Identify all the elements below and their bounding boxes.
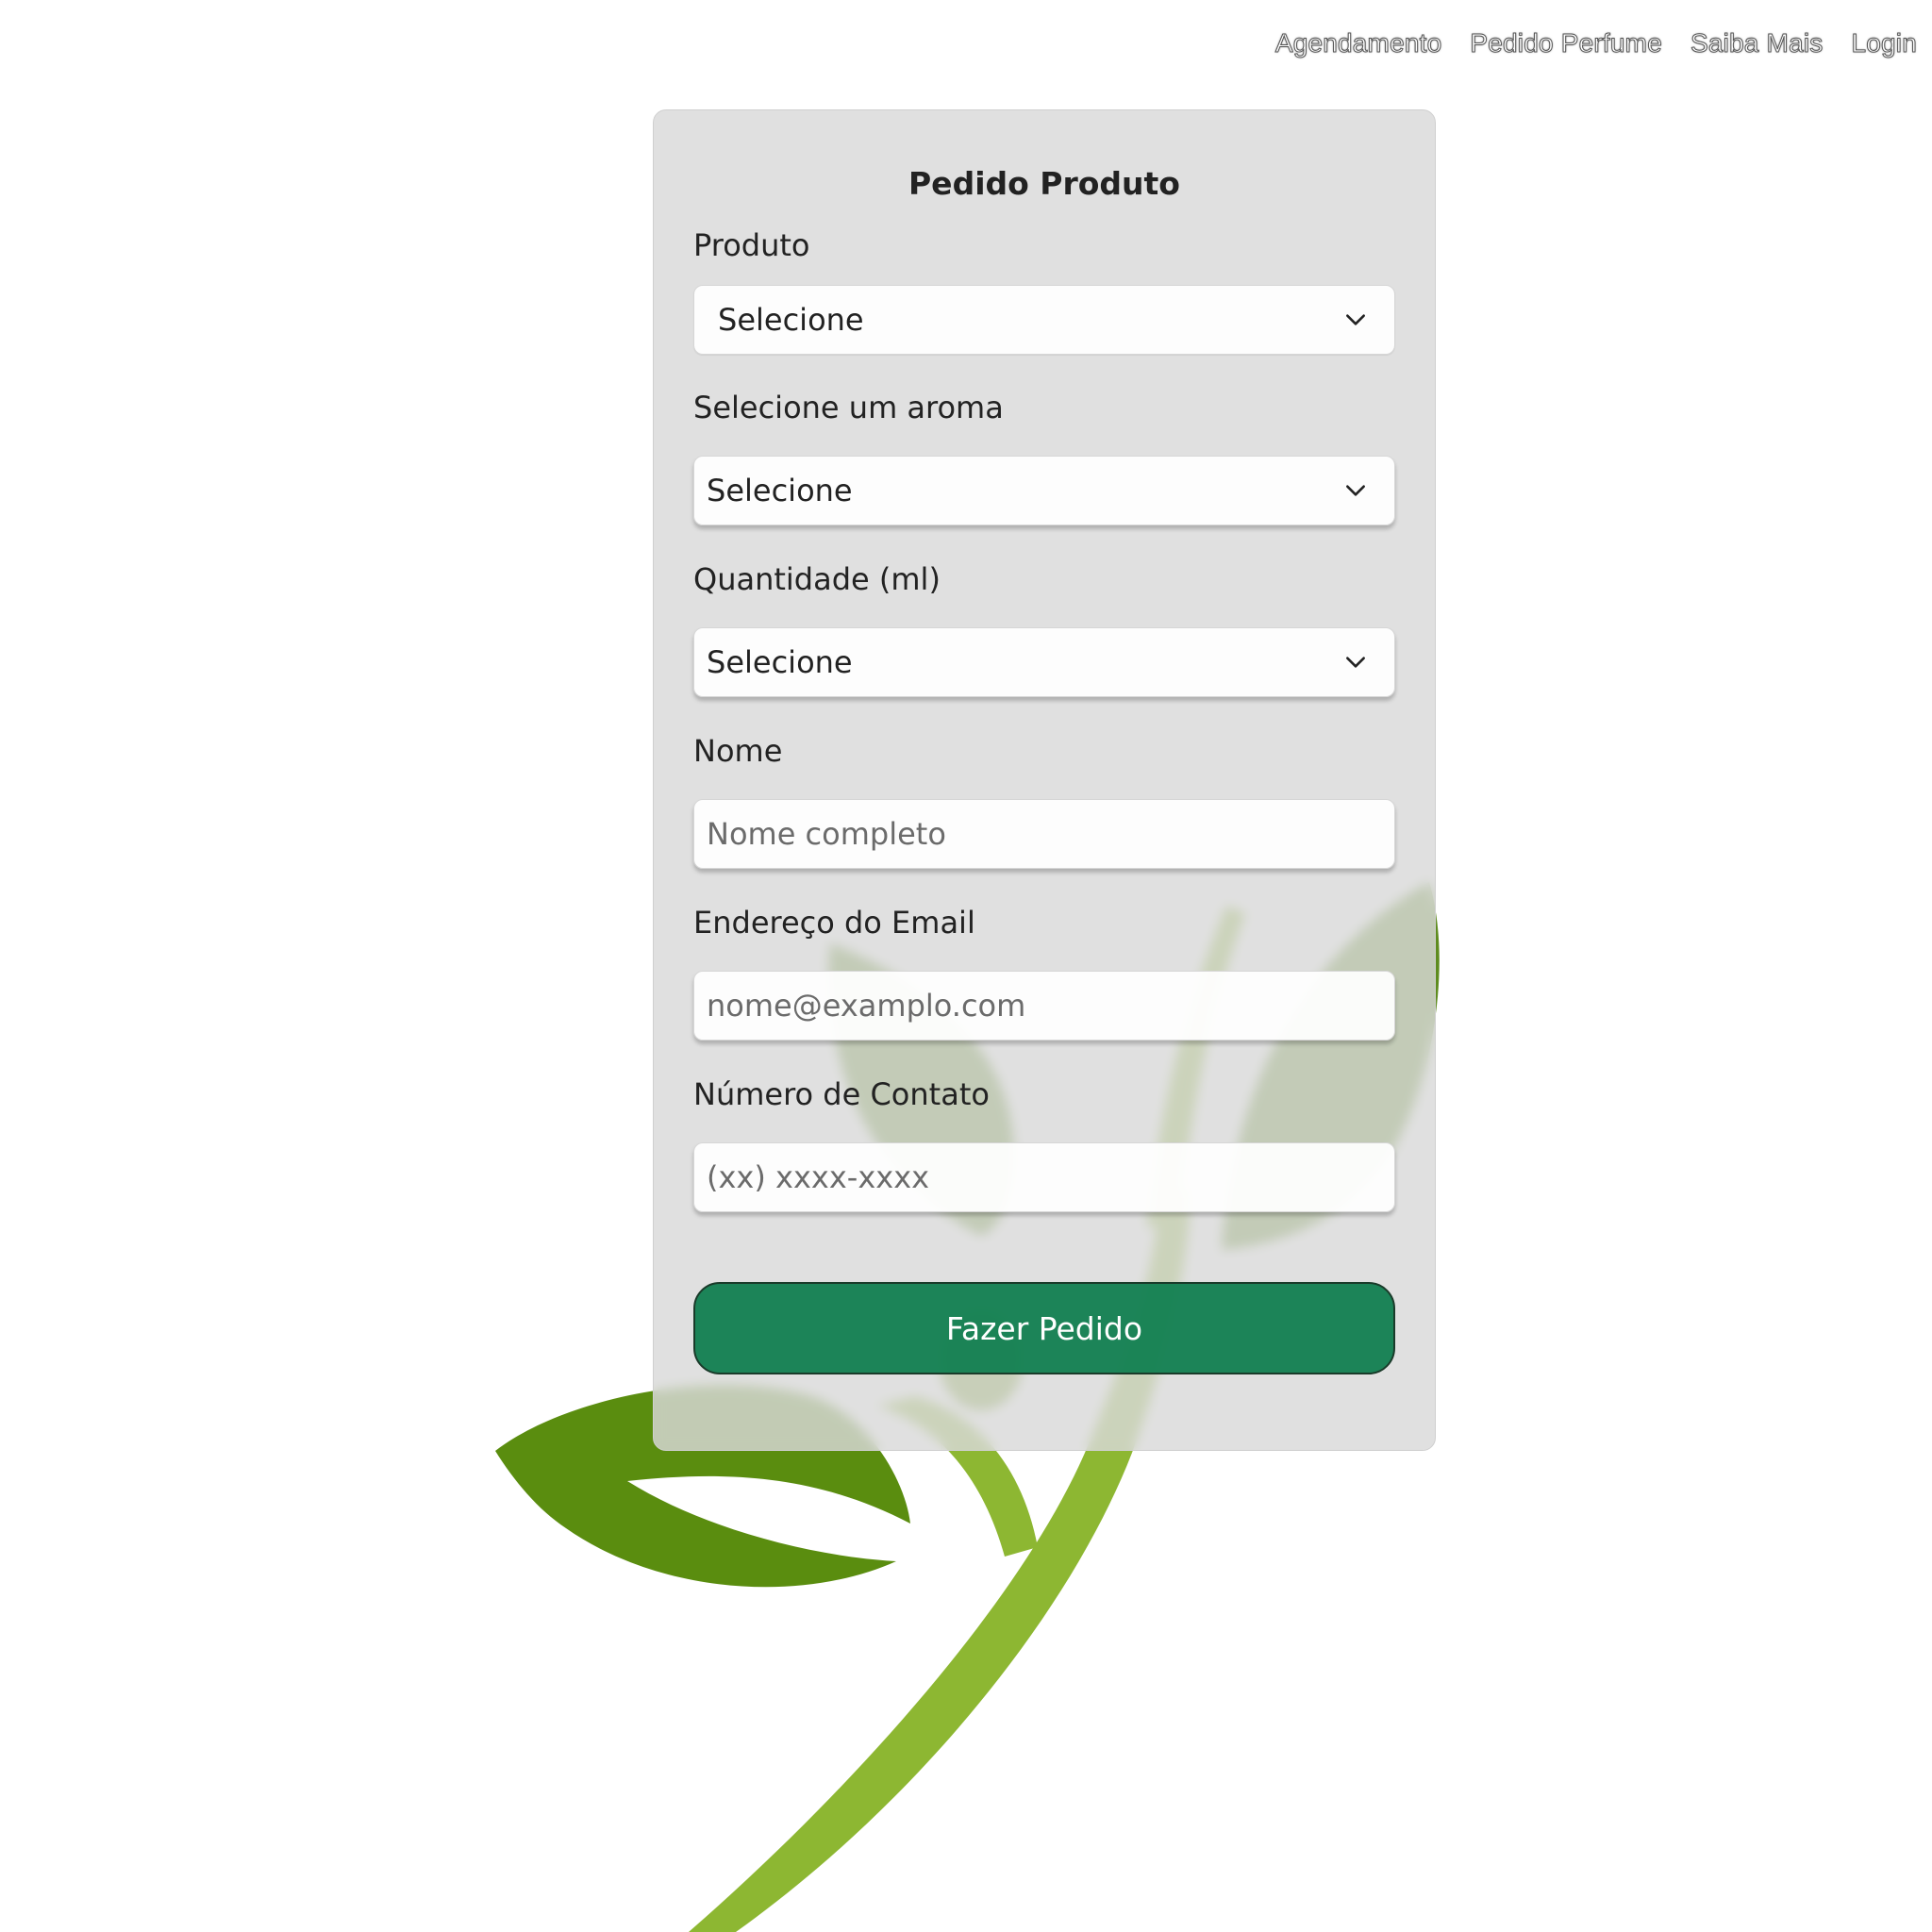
form-title: Pedido Produto [908, 165, 1180, 202]
chevron-down-icon [1346, 657, 1365, 668]
contato-input[interactable]: (xx) xxxx-xxxx [693, 1142, 1395, 1212]
produto-select-value: Selecione [718, 302, 864, 338]
email-input-placeholder: nome@examplo.com [707, 988, 1026, 1024]
quantidade-select[interactable]: Selecione [693, 627, 1395, 697]
nav-link-agendamento[interactable]: Agendamento [1274, 28, 1441, 58]
email-label: Endereço do Email [693, 905, 975, 941]
nome-label: Nome [693, 733, 783, 769]
chevron-down-icon [1346, 314, 1365, 325]
contato-input-placeholder: (xx) xxxx-xxxx [707, 1159, 930, 1195]
produto-label: Produto [693, 227, 810, 263]
aroma-select-value: Selecione [707, 473, 853, 508]
nav-link-saiba-mais[interactable]: Saiba Mais [1690, 28, 1823, 58]
contato-label: Número de Contato [693, 1076, 990, 1112]
quantidade-select-value: Selecione [707, 644, 853, 680]
page: Agendamento Pedido Perfume Saiba Mais Lo… [0, 0, 1932, 1932]
fazer-pedido-button[interactable]: Fazer Pedido [693, 1282, 1395, 1374]
top-nav: Agendamento Pedido Perfume Saiba Mais Lo… [1274, 28, 1917, 58]
nav-link-pedido-perfume[interactable]: Pedido Perfume [1470, 28, 1662, 58]
produto-select[interactable]: Selecione [693, 285, 1395, 355]
nav-link-login[interactable]: Login [1851, 28, 1917, 58]
aroma-select[interactable]: Selecione [693, 456, 1395, 525]
email-input[interactable]: nome@examplo.com [693, 971, 1395, 1041]
nome-input-placeholder: Nome completo [707, 816, 946, 852]
chevron-down-icon [1346, 485, 1365, 496]
quantidade-label: Quantidade (ml) [693, 561, 941, 597]
aroma-label: Selecione um aroma [693, 390, 1004, 425]
order-form-card: Pedido Produto Produto Selecione Selecio… [653, 109, 1436, 1451]
nome-input[interactable]: Nome completo [693, 799, 1395, 869]
